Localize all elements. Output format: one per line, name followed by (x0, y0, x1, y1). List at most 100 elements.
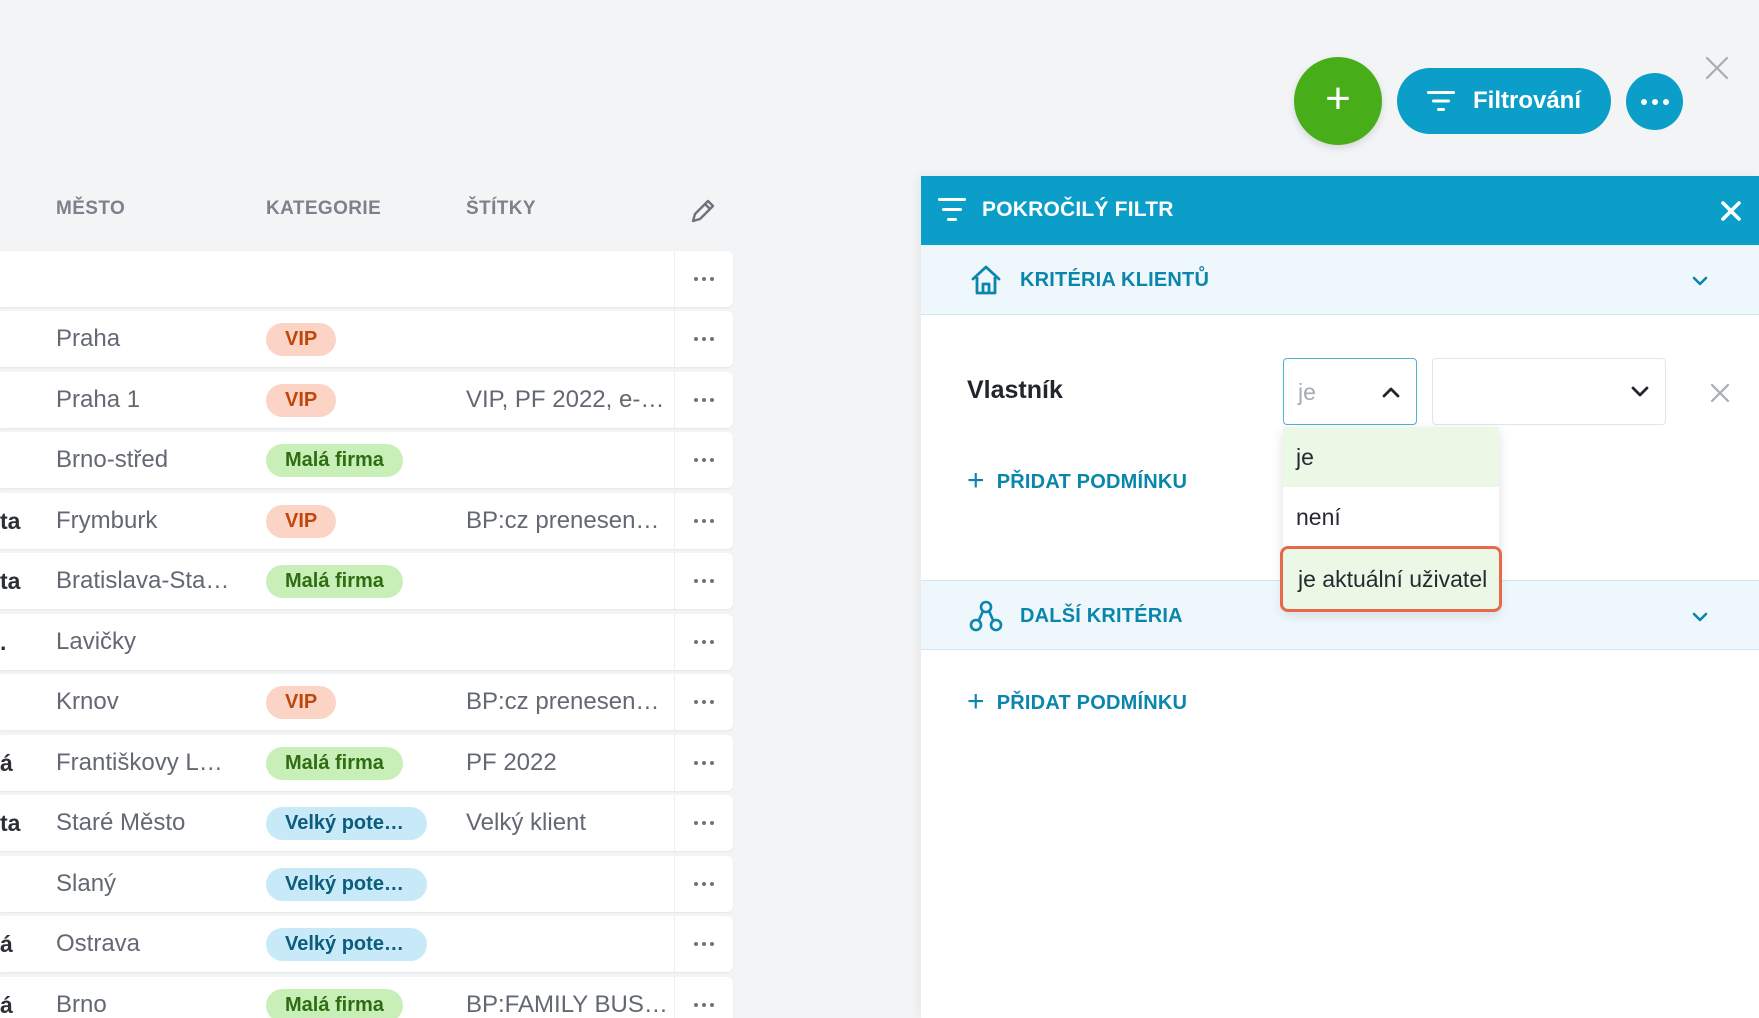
operator-select[interactable]: je (1283, 358, 1417, 425)
row-actions-button[interactable] (674, 916, 733, 972)
column-header-category[interactable]: KATEGORIE (266, 198, 381, 220)
dot-icon (702, 942, 706, 946)
dot-icon (710, 337, 714, 341)
dot-icon (710, 640, 714, 644)
dot-icon (702, 458, 706, 462)
add-condition-button[interactable]: + PŘIDAT PODMÍNKU (967, 687, 1188, 717)
row-tags-cell: BP:FAMILY BUS… (466, 991, 668, 1018)
dot-icon (694, 398, 698, 402)
section-label: DALŠÍ KRITÉRIA (1020, 605, 1183, 627)
row-actions-button[interactable] (674, 553, 733, 609)
dot-icon (702, 1003, 706, 1007)
panel-title: POKROČILÝ FILTR (982, 198, 1174, 221)
table-row[interactable]: . Lavičky (0, 614, 733, 670)
dot-icon (710, 458, 714, 462)
network-icon (969, 600, 1003, 632)
row-city-cell: Františkovy L… (56, 749, 223, 776)
row-actions-button[interactable] (674, 251, 733, 307)
table-row[interactable]: Praha VIP (0, 311, 733, 367)
category-badge: Malá firma (266, 565, 403, 598)
table-row[interactable]: Brno-střed Malá firma (0, 432, 733, 488)
row-actions-button[interactable] (674, 432, 733, 488)
add-button[interactable]: + (1294, 57, 1382, 145)
home-icon (971, 265, 1001, 295)
category-badge: VIP (266, 686, 337, 719)
row-city-cell: Brno (56, 991, 107, 1018)
table-row[interactable]: á Ostrava Velký pote… (0, 916, 733, 972)
row-city-cell: Bratislava-Sta… (56, 567, 230, 594)
category-badge: VIP (266, 323, 337, 356)
row-actions-button[interactable] (674, 674, 733, 730)
chevron-down-icon (1631, 386, 1649, 397)
dot-icon (710, 821, 714, 825)
table-row[interactable]: Slaný Velký pote… (0, 856, 733, 912)
category-badge: Malá firma (266, 444, 403, 477)
row-actions-button[interactable] (674, 614, 733, 670)
close-icon[interactable] (1700, 51, 1734, 85)
section-label: KRITÉRIA KLIENTŮ (1020, 269, 1210, 291)
dropdown-option-neni[interactable]: není (1283, 487, 1499, 547)
dot-icon (702, 640, 706, 644)
table-row[interactable] (0, 251, 733, 307)
filter-icon (1427, 91, 1455, 111)
category-badge: Malá firma (266, 989, 403, 1018)
section-client-criteria[interactable]: KRITÉRIA KLIENTŮ (921, 245, 1759, 315)
dot-icon (1640, 98, 1647, 105)
filter-button[interactable]: Filtrování (1397, 68, 1611, 134)
row-city-cell: Praha 1 (56, 386, 141, 413)
row-tags-cell: PF 2022 (466, 749, 557, 776)
dot-icon (694, 579, 698, 583)
dot-icon (702, 579, 706, 583)
dot-icon (702, 337, 706, 341)
row-city-cell: Krnov (56, 688, 119, 715)
table-row[interactable]: Praha 1 VIP VIP, PF 2022, e-… (0, 372, 733, 428)
dot-icon (710, 519, 714, 523)
category-badge: Velký pote… (266, 807, 427, 840)
dot-icon (702, 398, 706, 402)
add-condition-button[interactable]: + PŘIDAT PODMÍNKU (967, 466, 1188, 496)
row-city-cell: Staré Město (56, 809, 186, 836)
table-row[interactable]: Krnov VIP BP:cz prenesen… (0, 674, 733, 730)
dot-icon (710, 579, 714, 583)
chevron-up-icon (1382, 387, 1400, 398)
row-tags-cell: BP:cz prenesen… (466, 507, 660, 534)
dropdown-option-current-user[interactable]: je aktuální uživatel (1280, 546, 1502, 612)
row-actions-button[interactable] (674, 311, 733, 367)
category-badge: Velký pote… (266, 928, 427, 961)
table-header: MĚSTO KATEGORIE ŠTÍTKY (0, 190, 733, 230)
add-condition-label: PŘIDAT PODMÍNKU (996, 692, 1188, 714)
value-select[interactable] (1432, 358, 1666, 425)
filter-button-label: Filtrování (1473, 87, 1582, 114)
dot-icon (710, 882, 714, 886)
table-row[interactable]: ta Bratislava-Sta… Malá firma (0, 553, 733, 609)
row-city-cell: Lavičky (56, 628, 137, 655)
more-options-button[interactable] (1626, 73, 1683, 130)
chevron-down-icon[interactable] (1689, 270, 1711, 292)
close-panel-icon[interactable] (1716, 196, 1746, 226)
row-actions-button[interactable] (674, 795, 733, 851)
panel-header: POKROČILÝ FILTR (921, 176, 1759, 245)
column-header-city[interactable]: MĚSTO (56, 198, 125, 220)
table-row[interactable]: á Brno Malá firma BP:FAMILY BUS… (0, 977, 733, 1018)
table-row[interactable]: á Františkovy L… Malá firma PF 2022 (0, 735, 733, 791)
dropdown-option-je[interactable]: je (1283, 427, 1499, 487)
row-actions-button[interactable] (674, 856, 733, 912)
add-condition-label: PŘIDAT PODMÍNKU (996, 471, 1188, 493)
category-badge: Velký pote… (266, 868, 427, 901)
row-actions-button[interactable] (674, 735, 733, 791)
dot-icon (702, 882, 706, 886)
row-actions-button[interactable] (674, 372, 733, 428)
row-name-cell: . (0, 629, 7, 655)
edit-columns-icon[interactable] (688, 196, 718, 226)
operator-select-value: je (1298, 379, 1316, 405)
plus-icon: + (1325, 74, 1351, 123)
remove-condition-icon[interactable] (1709, 382, 1731, 404)
row-actions-button[interactable] (674, 977, 733, 1018)
table-row[interactable]: ta Staré Město Velký pote… Velký klient (0, 795, 733, 851)
category-badge: VIP (266, 384, 337, 417)
chevron-down-icon[interactable] (1689, 606, 1711, 628)
row-actions-button[interactable] (674, 493, 733, 549)
column-header-tags[interactable]: ŠTÍTKY (466, 198, 536, 220)
row-name-cell: á (0, 750, 13, 776)
table-row[interactable]: ta Frymburk VIP BP:cz prenesen… (0, 493, 733, 549)
